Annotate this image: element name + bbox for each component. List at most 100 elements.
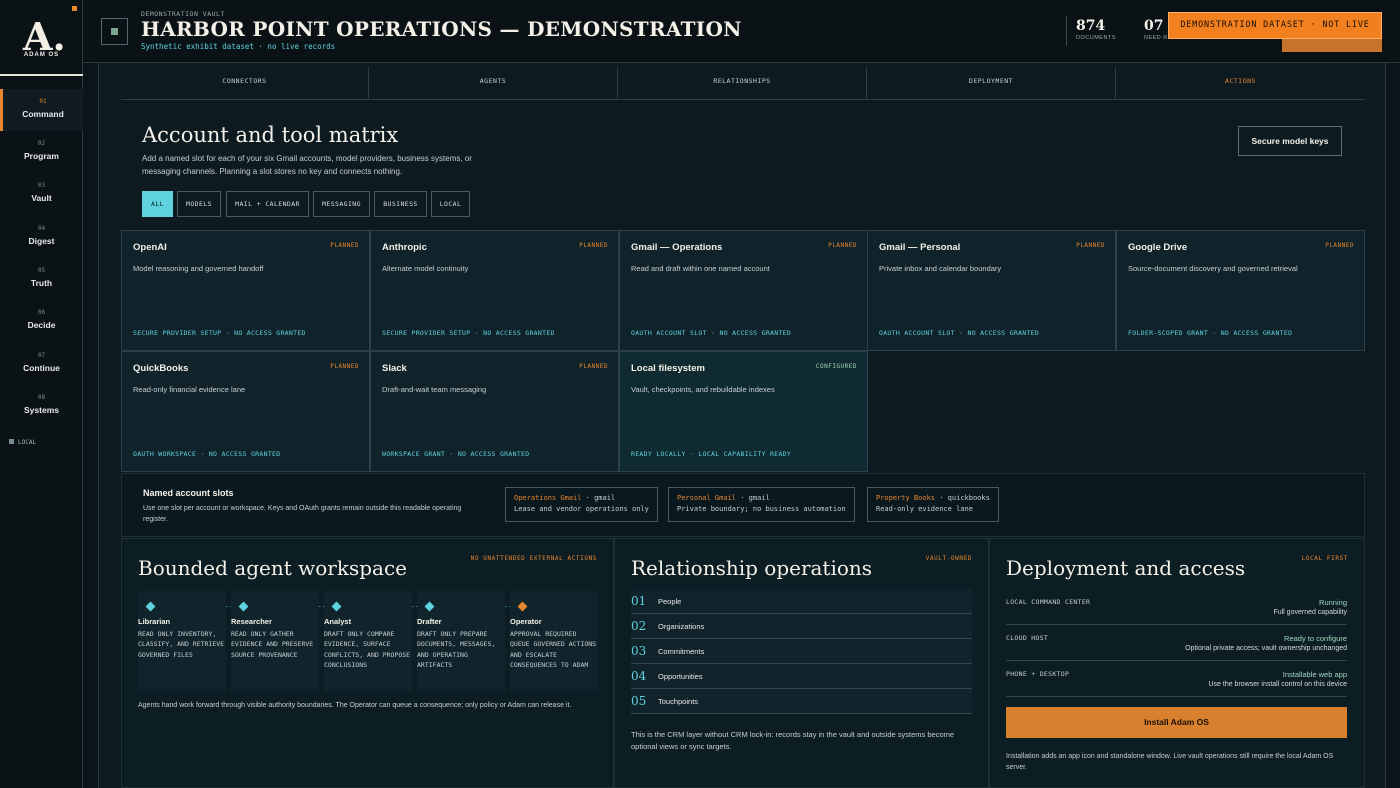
card-footer: FOLDER-SCOPED GRANT · NO ACCESS GRANTED (1128, 329, 1293, 337)
connector-card-gmail-operations[interactable]: Gmail — Operations PLANNED Read and draf… (619, 230, 868, 351)
filter-business[interactable]: BUSINESS (374, 191, 427, 217)
card-name: QuickBooks (133, 363, 189, 374)
connector-card-google-drive[interactable]: Google Drive PLANNED Source-document dis… (1116, 230, 1365, 351)
section-tabs: CONNECTORS AGENTS RELATIONSHIPS DEPLOYME… (121, 67, 1365, 100)
nav-item-number: 06 (37, 309, 46, 316)
header-subtitle: Synthetic exhibit dataset · no live reco… (141, 42, 336, 51)
agent-name: Operator (510, 617, 542, 626)
deployment-state: Ready to configure (1284, 634, 1347, 643)
deployment-key: LOCAL COMMAND CENTER (1006, 598, 1091, 606)
list-item[interactable]: 04 Opportunities (631, 664, 972, 689)
status-square-icon (9, 439, 14, 444)
nav-item-program[interactable]: 02 Program (0, 131, 83, 173)
slot-name: Personal Gmail (677, 494, 737, 502)
nav-item-command[interactable]: 01 Command (0, 89, 83, 131)
vault-toggle-button[interactable] (101, 18, 128, 45)
deployment-note: Full governed capability (1273, 609, 1347, 616)
slot-property-books[interactable]: Property Books · quickbooks Read-only ev… (867, 487, 999, 522)
named-account-slots: Named account slots Use one slot per acc… (121, 473, 1365, 537)
connector-card-gmail-personal[interactable]: Gmail — Personal PLANNED Private inbox a… (867, 230, 1116, 351)
install-button[interactable]: Install Adam OS (1006, 707, 1347, 738)
card-description: Read-only financial evidence lane (133, 385, 246, 394)
tab-agents[interactable]: AGENTS (369, 67, 618, 100)
deployment-row-local: LOCAL COMMAND CENTER Running Full govern… (1006, 589, 1347, 625)
nav-item-continue[interactable]: 07 Continue (0, 343, 83, 385)
filter-local[interactable]: LOCAL (431, 191, 470, 217)
agent-operator[interactable]: Operator APPROVAL REQUIRED QUEUE GOVERNE… (510, 591, 598, 691)
nav-item-label: Systems (24, 405, 59, 415)
agent-researcher[interactable]: Researcher READ ONLY GATHER EVIDENCE AND… (231, 591, 319, 691)
slots-description: Use one slot per account or workspace. K… (143, 505, 462, 523)
list-item[interactable]: 05 Touchpoints (631, 689, 972, 714)
slot-kind: gmail (594, 494, 616, 502)
agent-name: Drafter (417, 617, 442, 626)
status-badge: PLANNED (1076, 242, 1105, 249)
nav-item-digest[interactable]: 04 Digest (0, 216, 83, 258)
diamond-icon (517, 601, 528, 612)
agent-description: DRAFT ONLY PREPARE DOCUMENTS, MESSAGES, … (417, 630, 496, 669)
card-footer: SECURE PROVIDER SETUP · NO ACCESS GRANTE… (133, 329, 306, 337)
slot-note: Read-only evidence lane (876, 505, 973, 513)
filter-models[interactable]: MODELS (177, 191, 221, 217)
tab-actions[interactable]: ACTIONS (1116, 67, 1365, 100)
nav-item-number: 02 (37, 140, 46, 147)
card-name: Slack (382, 363, 407, 374)
nav-item-vault[interactable]: 03 Vault (0, 173, 83, 215)
status-badge: PLANNED (330, 363, 359, 370)
deployment-note: Optional private access; vault ownership… (1185, 645, 1347, 652)
nav-item-systems[interactable]: 08 Systems (0, 385, 83, 427)
tab-relationships[interactable]: RELATIONSHIPS (618, 67, 867, 100)
card-footer: SECURE PROVIDER SETUP · NO ACCESS GRANTE… (382, 329, 555, 337)
slot-operations-gmail[interactable]: Operations Gmail · gmail Lease and vendo… (505, 487, 658, 522)
nav-item-truth[interactable]: 05 Truth (0, 258, 83, 300)
connector-card-openai[interactable]: OpenAI PLANNED Model reasoning and gover… (121, 230, 370, 351)
tab-deployment[interactable]: DEPLOYMENT (867, 67, 1116, 100)
matrix-description: Add a named slot for each of your six Gm… (142, 154, 472, 176)
connector-card-quickbooks[interactable]: QuickBooks PLANNED Read-only financial e… (121, 351, 370, 472)
row-number: 05 (631, 694, 647, 708)
slot-note: Lease and vendor operations only (514, 505, 649, 513)
nav-item-decide[interactable]: 06 Decide (0, 300, 83, 342)
nav-item-label: Continue (23, 363, 60, 373)
card-description: Draft-and-wait team messaging (382, 385, 487, 394)
slot-name: Operations Gmail (514, 494, 582, 502)
secure-model-keys-button[interactable]: Secure model keys (1238, 126, 1342, 156)
card-name: Google Drive (1128, 242, 1188, 253)
diamond-icon (424, 601, 435, 612)
filter-mail-calendar[interactable]: MAIL + CALENDAR (226, 191, 309, 217)
deployment-row-phone-desktop: PHONE + DESKTOP Installable web app Use … (1006, 661, 1347, 697)
nav-item-number: 01 (39, 98, 47, 105)
status-badge: PLANNED (1325, 242, 1354, 249)
agent-drafter[interactable]: Drafter DRAFT ONLY PREPARE DOCUMENTS, ME… (417, 591, 505, 691)
filter-all[interactable]: ALL (142, 191, 173, 217)
panel-tag: VAULT-OWNED (925, 555, 972, 562)
agent-description: READ ONLY GATHER EVIDENCE AND PRESERVE S… (231, 630, 314, 659)
agent-description: APPROVAL REQUIRED QUEUE GOVERNED ACTIONS… (510, 630, 597, 669)
deployment-footnote: Installation adds an app icon and standa… (1006, 753, 1334, 771)
list-item[interactable]: 03 Commitments (631, 639, 972, 664)
logo[interactable]: A. ADAM OS (0, 0, 83, 76)
connector-card-slack[interactable]: Slack PLANNED Draft-and-wait team messag… (370, 351, 619, 472)
matrix-title: Account and tool matrix (142, 123, 399, 147)
slot-personal-gmail[interactable]: Personal Gmail · gmail Private boundary;… (668, 487, 855, 522)
deployment-key: CLOUD HOST (1006, 634, 1049, 642)
agent-librarian[interactable]: Librarian READ ONLY INVENTORY, CLASSIFY,… (138, 591, 226, 691)
card-description: Source-document discovery and governed r… (1128, 264, 1298, 273)
filter-messaging[interactable]: MESSAGING (313, 191, 370, 217)
list-item[interactable]: 01 People (631, 589, 972, 614)
nav-item-label: Digest (28, 236, 55, 246)
panel-title: Relationship operations (631, 556, 873, 580)
row-label: Touchpoints (658, 697, 699, 706)
connector-card-anthropic[interactable]: Anthropic PLANNED Alternate model contin… (370, 230, 619, 351)
agent-analyst[interactable]: Analyst DRAFT ONLY COMPARE EVIDENCE, SUR… (324, 591, 412, 691)
tab-connectors[interactable]: CONNECTORS (121, 67, 369, 100)
list-item[interactable]: 02 Organizations (631, 614, 972, 639)
agent-workspace-panel: Bounded agent workspace NO UNATTENDED EX… (121, 538, 614, 788)
connector-card-local-filesystem[interactable]: Local filesystem CONFIGURED Vault, check… (619, 351, 868, 472)
nav-item-label: Command (22, 109, 64, 119)
deployment-note: Use the browser install control on this … (1208, 681, 1347, 688)
agent-name: Researcher (231, 617, 272, 626)
demo-dataset-badge: DEMONSTRATION DATASET · NOT LIVE (1168, 12, 1382, 39)
panel-tag: NO UNATTENDED EXTERNAL ACTIONS (470, 555, 597, 562)
card-name: OpenAI (133, 242, 167, 253)
